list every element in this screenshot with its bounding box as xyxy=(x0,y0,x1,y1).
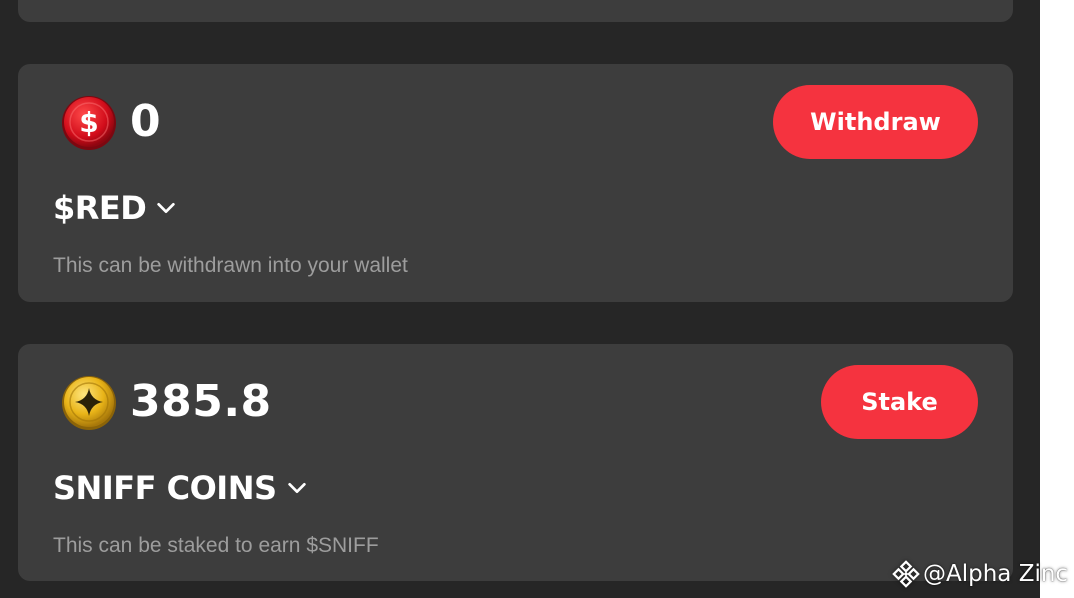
token-selector-sniff[interactable]: SNIFF COINS xyxy=(53,468,308,508)
red-dollar-coin-icon: $ xyxy=(62,96,116,150)
app-screen: $ 0 Withdraw $RED This can be withdrawn … xyxy=(0,0,1040,598)
stake-button[interactable]: Stake xyxy=(821,365,978,439)
token-selector-red[interactable]: $RED xyxy=(53,188,177,228)
red-balance-amount: 0 xyxy=(130,96,162,147)
sniff-description: This can be staked to earn $SNIFF xyxy=(53,534,379,557)
watermark-text: @Alpha Zinc xyxy=(923,561,1069,587)
sniff-balance-amount: 385.8 xyxy=(130,376,272,427)
chevron-down-icon xyxy=(287,482,306,494)
gold-sniff-coin-icon xyxy=(62,376,116,430)
watermark: @Alpha Zinc xyxy=(891,559,1068,589)
wallet-card-sniff: 385.8 Stake SNIFF COINS This can be stak… xyxy=(18,344,1013,581)
token-name-sniff: SNIFF COINS xyxy=(53,469,277,507)
red-description: This can be withdrawn into your wallet xyxy=(53,254,408,277)
withdraw-button[interactable]: Withdraw xyxy=(773,85,978,159)
binance-logo-icon xyxy=(892,560,920,588)
token-name-red: $RED xyxy=(53,189,147,227)
wallet-card-red: $ 0 Withdraw $RED This can be withdrawn … xyxy=(18,64,1013,302)
chevron-down-icon xyxy=(157,202,176,214)
svg-text:$: $ xyxy=(79,106,98,139)
wallet-card-previous xyxy=(18,0,1013,22)
